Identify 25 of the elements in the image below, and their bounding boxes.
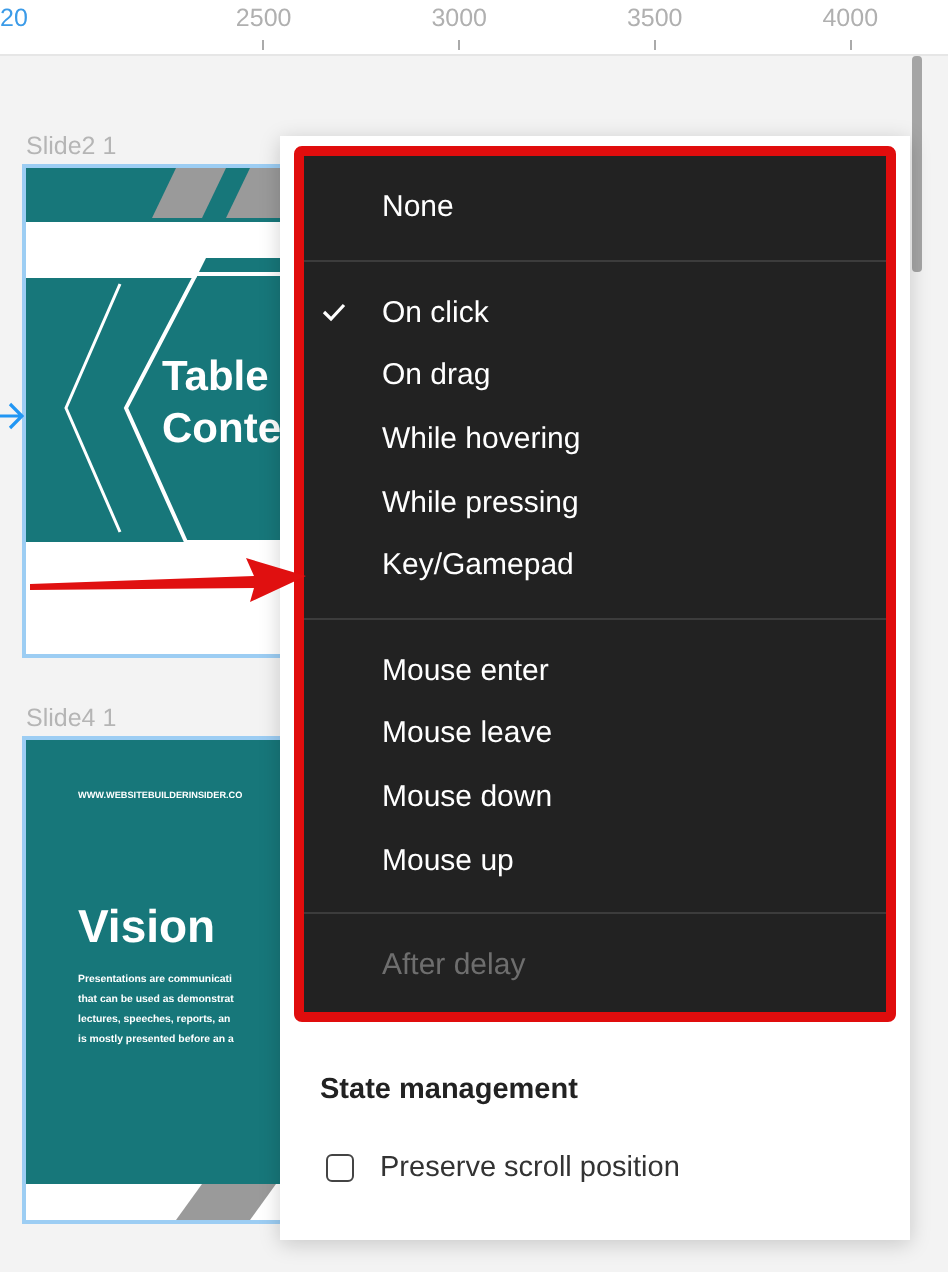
menu-item[interactable]: Mouse down xyxy=(304,765,886,829)
menu-item[interactable]: While hovering xyxy=(304,407,886,471)
checkbox-label[interactable]: Preserve scroll position xyxy=(380,1151,680,1184)
slide-title: Table Conte xyxy=(162,352,281,456)
frame-label: Slide4 1 xyxy=(26,704,119,736)
menu-item[interactable]: On click xyxy=(304,281,886,345)
scrollbar[interactable] xyxy=(912,56,922,272)
menu-item[interactable]: While pressing xyxy=(304,470,886,534)
slide-title: Vision xyxy=(78,900,216,954)
menu-item[interactable]: Key/Gamepad xyxy=(304,533,886,598)
ruler-label: 3500 xyxy=(626,4,683,32)
frame-label: Slide2 1 xyxy=(26,132,119,164)
checkbox[interactable] xyxy=(326,1153,354,1182)
ruler-label: 2500 xyxy=(235,4,292,32)
menu-item[interactable]: On drag xyxy=(304,344,886,408)
menu-item[interactable]: Mouse up xyxy=(304,828,886,892)
ruler-label: 4000 xyxy=(822,4,879,32)
menu-item[interactable]: Mouse enter xyxy=(304,639,886,703)
ruler-label: 20 xyxy=(0,4,28,32)
section-heading: State management xyxy=(320,1073,580,1106)
menu-item[interactable]: None xyxy=(304,176,886,240)
menu-item[interactable]: Mouse leave xyxy=(304,702,886,766)
arrow-icon xyxy=(0,400,24,432)
ruler-label: 3000 xyxy=(431,4,487,32)
menu-item: After delay xyxy=(380,946,528,987)
